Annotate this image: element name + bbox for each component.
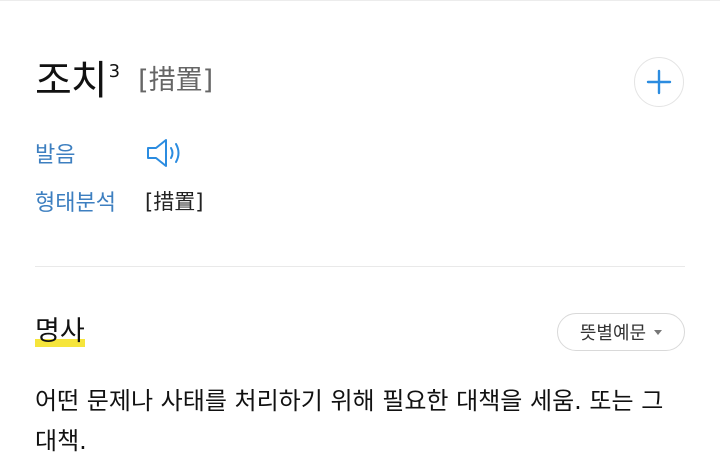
meaning-filter-dropdown[interactable]: 뜻별예문: [557, 313, 685, 351]
speaker-icon: [147, 139, 180, 167]
part-of-speech-label: 명사: [35, 316, 85, 347]
meaning-filter-label: 뜻별예문: [579, 323, 647, 344]
homonym-number: 3: [108, 61, 121, 82]
section-divider: [35, 266, 685, 267]
add-to-wordbook-button[interactable]: [634, 57, 684, 107]
morphology-label: 형태분석: [35, 191, 116, 216]
morphology-row: 형태분석 [措置]: [35, 185, 203, 217]
pronunciation-row: 발음: [35, 137, 187, 169]
part-of-speech: 명사: [35, 314, 85, 350]
headword-row: 조치 3 [措置]: [35, 57, 213, 105]
caret-down-icon: [654, 329, 663, 335]
dictionary-entry-page: 조치 3 [措置] 발음 형태분석 [措置] 명사 뜻별예문 어떤 문제나 사태…: [0, 0, 720, 467]
play-pronunciation-button[interactable]: [145, 137, 187, 169]
hanja-original: [措置]: [138, 65, 214, 96]
pronunciation-label: 발음: [35, 143, 76, 168]
definition-text: 어떤 문제나 사태를 처리하기 위해 필요한 대책을 세움. 또는 그 대책.: [35, 387, 664, 455]
headword: 조치: [35, 58, 108, 104]
plus-icon: [646, 69, 672, 95]
morphology-value: [措置]: [145, 190, 204, 214]
